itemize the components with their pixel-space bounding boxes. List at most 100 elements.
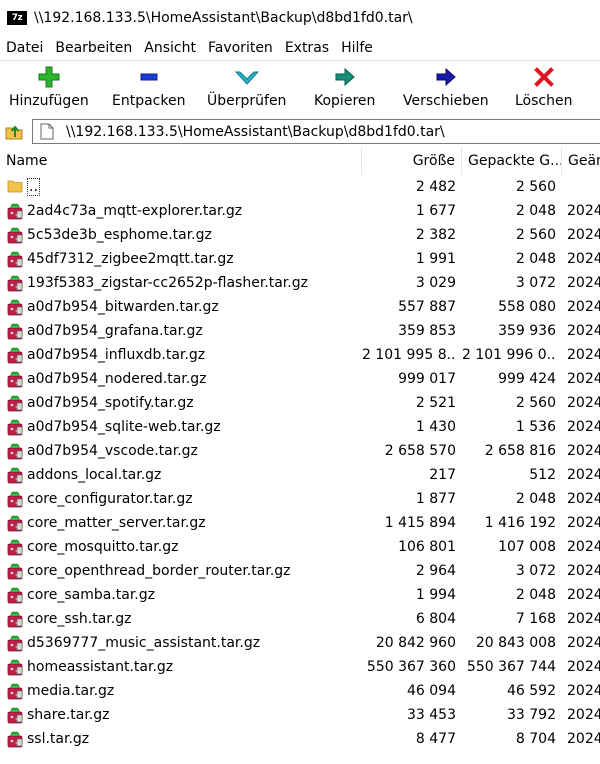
table-row[interactable]: a0d7b954_bitwarden.tar.gz 557 887 558 080 2… [0,295,600,319]
file-packed-size: 558 080 [498,299,556,315]
table-row[interactable]: core_configurator.tar.gz 1 877 2 048 2024 [0,487,600,511]
app-logo-icon: 7z [7,11,27,25]
address-input[interactable]: \\192.168.133.5\HomeAssistant\Backup\d8b… [66,124,445,140]
archive-file-icon [7,706,23,724]
file-modified: 2024 [567,563,600,579]
table-row[interactable]: 45df7312_zigbee2mqtt.tar.gz 1 991 2 048 202… [0,247,600,271]
column-header-size[interactable]: Größe [362,147,462,175]
column-header-modified[interactable]: Geän [562,147,600,175]
table-row[interactable]: core_openthread_border_router.tar.gz 2 96… [0,559,600,583]
file-name: homeassistant.tar.gz [27,655,357,679]
file-modified: 2024 [567,731,600,747]
table-row[interactable]: core_matter_server.tar.gz 1 415 894 1 416 … [0,511,600,535]
table-row[interactable]: homeassistant.tar.gz 550 367 360 550 367 7… [0,655,600,679]
archive-file-icon [7,394,23,412]
menu-extras[interactable]: Extras [285,40,329,56]
file-rows: .. 2 482 2 560 2ad4c73a_mqtt-explorer.tar.g… [0,175,600,751]
extract-button-label: Entpacken [112,93,186,109]
file-packed-size: 20 843 008 [475,635,556,651]
file-packed-size: 2 048 [515,491,556,507]
table-row[interactable]: 2ad4c73a_mqtt-explorer.tar.gz 1 677 2 048 2… [0,199,600,223]
test-button-label: Überprüfen [207,93,287,109]
copy-button[interactable]: Kopieren [314,61,375,117]
table-row[interactable]: addons_local.tar.gz 217 512 2024 [0,463,600,487]
info-button[interactable]: I [595,61,600,117]
file-packed-size: 2 048 [515,587,556,603]
file-name: core_mosquitto.tar.gz [27,535,357,559]
file-packed-size: 2 048 [515,251,556,267]
table-row[interactable]: a0d7b954_nodered.tar.gz 999 017 999 424 202… [0,367,600,391]
test-button[interactable]: Überprüfen [207,61,286,117]
copy-arrow-icon [333,65,357,89]
table-row[interactable]: core_ssh.tar.gz 6 804 7 168 2024 [0,607,600,631]
table-row[interactable]: ssl.tar.gz 8 477 8 704 2024 [0,727,600,751]
table-row[interactable]: a0d7b954_vscode.tar.gz 2 658 570 2 658 816… [0,439,600,463]
delete-button[interactable]: Löschen [515,61,572,117]
menu-bearbeiten[interactable]: Bearbeiten [55,40,132,56]
file-name: a0d7b954_vscode.tar.gz [27,439,357,463]
file-packed-size: 2 560 [515,227,556,243]
table-row[interactable]: a0d7b954_spotify.tar.gz 2 521 2 560 2024 [0,391,600,415]
file-name: core_configurator.tar.gz [27,487,357,511]
file-packed-size: 359 936 [498,323,556,339]
file-packed-size: 7 168 [515,611,556,627]
file-name: 2ad4c73a_mqtt-explorer.tar.gz [27,199,357,223]
delete-button-label: Löschen [515,93,573,109]
file-name-text: a0d7b954_influxdb.tar.gz [27,347,206,363]
file-name-text: d5369777_music_assistant.tar.gz [27,635,261,651]
file-modified: 2024 [567,707,600,723]
file-name-text: core_ssh.tar.gz [27,611,132,627]
archive-file-icon [7,682,23,700]
menu-favoriten[interactable]: Favoriten [208,40,273,56]
file-size: 2 658 570 [384,443,456,459]
file-size: 33 453 [407,707,456,723]
table-row[interactable]: 193f5383_zigstar-cc2652p-flasher.tar.gz 3… [0,271,600,295]
table-row[interactable]: 5c53de3b_esphome.tar.gz 2 382 2 560 2024 [0,223,600,247]
file-name-text: a0d7b954_sqlite-web.tar.gz [27,419,221,435]
address-bar: \\192.168.133.5\HomeAssistant\Backup\d8b… [0,116,600,146]
info-icon [595,65,600,89]
table-row[interactable]: a0d7b954_sqlite-web.tar.gz 1 430 1 536 2024 [0,415,600,439]
file-packed-size: 550 367 744 [466,659,556,675]
table-row[interactable]: core_mosquitto.tar.gz 106 801 107 008 2024 [0,535,600,559]
menu-hilfe[interactable]: Hilfe [341,40,373,56]
archive-file-icon [7,226,23,244]
file-name: a0d7b954_sqlite-web.tar.gz [27,415,357,439]
file-name-text: core_configurator.tar.gz [27,491,193,507]
column-header-packed-size[interactable]: Gepackte G... [462,147,562,175]
table-row[interactable]: share.tar.gz 33 453 33 792 2024 [0,703,600,727]
file-name: d5369777_music_assistant.tar.gz [27,631,357,655]
file-name-text: 45df7312_zigbee2mqtt.tar.gz [27,251,234,267]
file-name-text: a0d7b954_nodered.tar.gz [27,371,207,387]
table-row[interactable]: core_samba.tar.gz 1 994 2 048 2024 [0,583,600,607]
file-packed-size: 3 072 [515,563,556,579]
archive-file-icon [7,658,23,676]
file-modified: 2024 [567,443,600,459]
file-packed-size: 2 048 [515,203,556,219]
file-packed-size: 512 [529,467,556,483]
table-row[interactable]: media.tar.gz 46 094 46 592 2024 [0,679,600,703]
file-name-text: a0d7b954_grafana.tar.gz [27,323,203,339]
file-packed-size: 46 592 [507,683,556,699]
table-row[interactable]: a0d7b954_grafana.tar.gz 359 853 359 936 202… [0,319,600,343]
toolbar: Hinzufügen Entpacken Überprüfen Kopieren… [0,60,600,116]
address-field[interactable]: \\192.168.133.5\HomeAssistant\Backup\d8b… [32,119,600,144]
column-header-name[interactable]: Name [0,147,362,175]
folder-icon [7,178,23,196]
table-row[interactable]: a0d7b954_influxdb.tar.gz 2 101 995 8... 2 … [0,343,600,367]
extract-button[interactable]: Entpacken [112,61,185,117]
move-button[interactable]: Verschieben [403,61,489,117]
menu-datei[interactable]: Datei [6,40,43,56]
table-row[interactable]: .. 2 482 2 560 [0,175,600,199]
archive-file-icon [7,586,23,604]
table-row[interactable]: d5369777_music_assistant.tar.gz 20 842 96… [0,631,600,655]
title-bar: 7z \\192.168.133.5\HomeAssistant\Backup\… [0,0,600,36]
archive-file-icon [7,418,23,436]
file-modified: 2024 [567,251,600,267]
up-folder-button[interactable] [3,120,25,142]
move-button-label: Verschieben [403,93,489,109]
add-button[interactable]: Hinzufügen [9,61,89,117]
menu-ansicht[interactable]: Ansicht [144,40,196,56]
file-name-text: core_openthread_border_router.tar.gz [27,563,291,579]
file-packed-size: 999 424 [498,371,556,387]
